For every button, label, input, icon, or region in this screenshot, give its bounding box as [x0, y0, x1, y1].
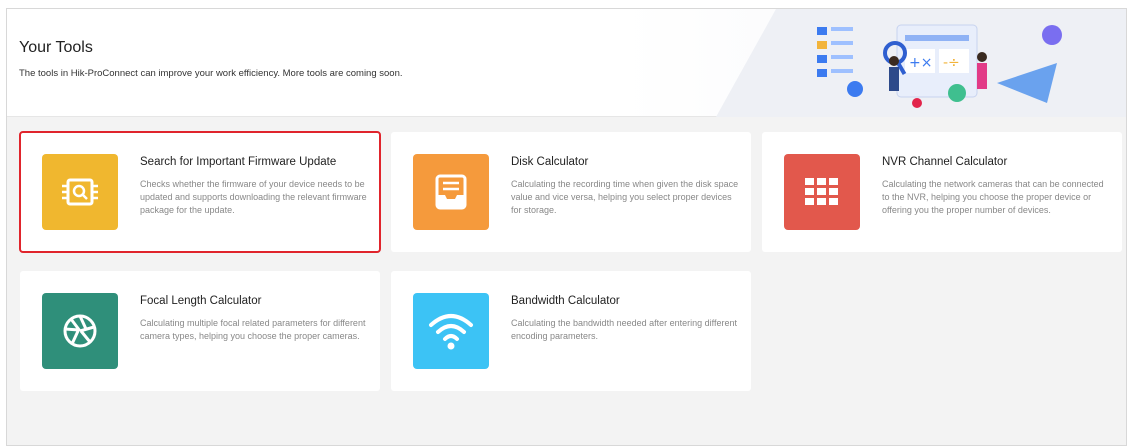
tool-description: Calculating the recording time when give…: [511, 179, 739, 215]
tool-card-bandwidth-calculator[interactable]: Bandwidth Calculator Calculating the ban…: [391, 271, 751, 391]
tool-description: Calculating multiple focal related param…: [140, 318, 366, 341]
tools-page: Your Tools The tools in Hik-ProConnect c…: [6, 8, 1127, 446]
tool-description: Checks whether the firmware of your devi…: [140, 179, 367, 215]
tool-card-nvr-channel-calculator[interactable]: NVR Channel Calculator Calculating the n…: [762, 132, 1122, 252]
tool-title: Bandwidth Calculator: [511, 295, 620, 307]
disk-tray-icon: [413, 154, 489, 230]
tool-title: Disk Calculator: [511, 156, 589, 168]
tool-description: Calculating the network cameras that can…: [882, 179, 1104, 215]
page-title: Your Tools: [19, 39, 93, 56]
tool-card-disk-calculator[interactable]: Disk Calculator Calculating the recordin…: [391, 132, 751, 252]
tool-title: Search for Important Firmware Update: [140, 156, 337, 168]
grid-icon: [784, 154, 860, 230]
svg-text:+×: +×: [909, 55, 932, 71]
wifi-icon: [413, 293, 489, 369]
firmware-search-icon: [42, 154, 118, 230]
tools-illustration-icon: +× -÷: [817, 24, 1062, 108]
tool-card-focal-length-calculator[interactable]: Focal Length Calculator Calculating mult…: [20, 271, 380, 391]
tool-description: Calculating the bandwidth needed after e…: [511, 318, 737, 341]
aperture-icon: [42, 293, 118, 369]
svg-text:-÷: -÷: [943, 55, 960, 71]
tool-title: NVR Channel Calculator: [882, 156, 1008, 168]
page-subtitle: The tools in Hik-ProConnect can improve …: [19, 68, 403, 79]
tool-card-firmware-update[interactable]: Search for Important Firmware Update Che…: [19, 131, 381, 253]
tool-title: Focal Length Calculator: [140, 295, 262, 307]
header-banner: Your Tools The tools in Hik-ProConnect c…: [7, 9, 1126, 117]
